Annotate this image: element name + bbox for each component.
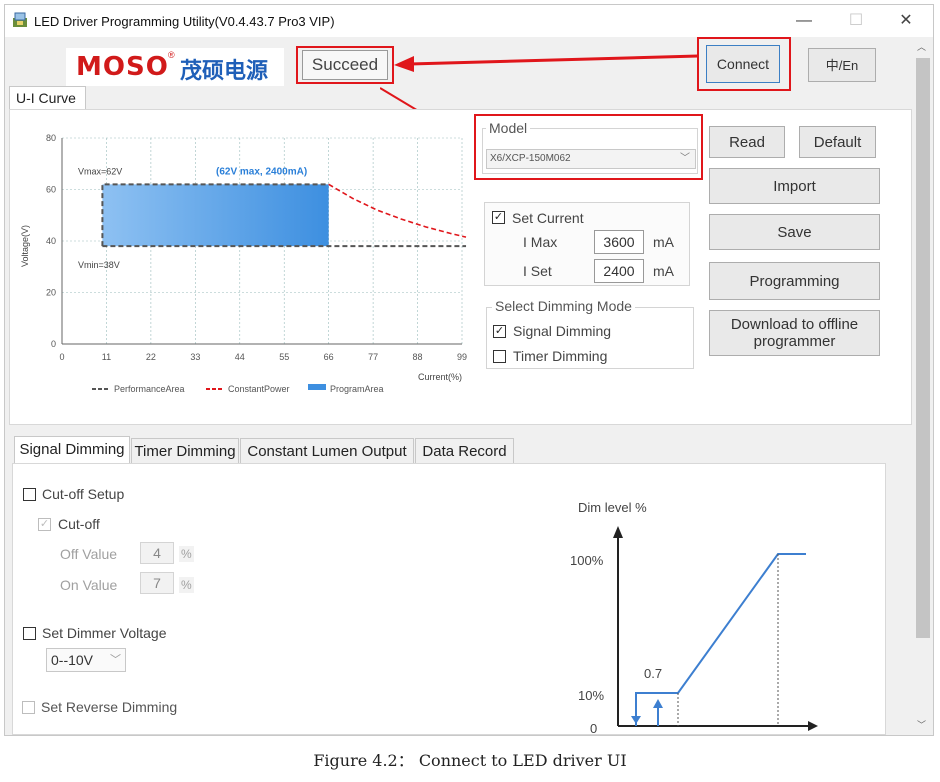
model-group-title: Model: [486, 120, 531, 136]
iset-unit: mA: [653, 263, 674, 279]
x-tick-label: 22: [146, 352, 156, 362]
set-current-label: Set Current: [512, 210, 584, 226]
connection-status: Succeed: [302, 50, 388, 80]
import-button[interactable]: Import: [709, 168, 880, 204]
on-value-unit: %: [179, 577, 194, 593]
arrow-down-icon: [631, 716, 641, 724]
legend-performance-label: PerformanceArea: [114, 384, 185, 394]
x-axis-label: Current(%): [418, 372, 462, 382]
off-value-field[interactable]: 4: [140, 542, 174, 564]
imax-label: I Max: [523, 234, 558, 250]
chevron-down-icon: ﹀: [680, 153, 690, 164]
on-value-label: On Value: [60, 577, 118, 593]
x-tick-label: 0: [59, 352, 64, 362]
cutoff-setup-checkbox[interactable]: [23, 488, 36, 501]
maximize-button[interactable]: ☐: [836, 8, 876, 34]
timer-dimming-checkbox[interactable]: [493, 350, 506, 363]
program-area: [102, 184, 329, 247]
dim-graph-x-arrow: [808, 721, 818, 731]
ui-curve-chart: 0 11 22 33 44 55 66 77 88 99 0 20 40 60 80 Vmax=62V Vmin…: [20, 133, 467, 394]
figure-caption: Figure 4.2： Connect to LED driver UI: [313, 751, 627, 770]
reverse-dimming-checkbox[interactable]: [22, 701, 35, 714]
y-axis-label: Voltage(V): [20, 225, 30, 267]
dim-level-graph: Dim level % 100% 10% 0 0.7: [570, 500, 818, 735]
scroll-down-icon[interactable]: ﹀: [917, 718, 926, 731]
signal-dimming-checkbox[interactable]: ✓: [493, 325, 506, 338]
x-tick-label: 99: [457, 352, 467, 362]
dimmer-voltage-checkbox[interactable]: [23, 627, 36, 640]
vmax-label: Vmax=62V: [78, 166, 122, 176]
dim-graph-marker-label: 0.7: [644, 666, 662, 681]
x-tick-label: 33: [190, 352, 200, 362]
dim-graph-y-arrow: [613, 526, 623, 538]
language-button[interactable]: 中/En: [808, 48, 876, 82]
signal-dimming-label: Signal Dimming: [513, 323, 612, 339]
y-tick-label: 40: [46, 236, 56, 246]
window-title: LED Driver Programming Utility(V0.4.43.7…: [34, 14, 335, 29]
legend-constant-power-label: ConstantPower: [228, 384, 290, 394]
x-tick-label: 77: [368, 352, 378, 362]
chevron-down-icon: ﹀: [110, 654, 121, 666]
imax-field[interactable]: 3600: [594, 230, 644, 254]
off-value-unit: %: [179, 546, 194, 562]
cutoff-checkbox[interactable]: ✓: [38, 518, 51, 531]
cutoff-label: Cut-off: [58, 516, 100, 532]
tab-signal-dimming[interactable]: Signal Dimming: [14, 436, 130, 464]
logo-chinese: 茂硕电源: [180, 58, 269, 83]
tab-timer-dimming[interactable]: Timer Dimming: [131, 438, 239, 464]
model-select[interactable]: X6/XCP-150M062 ﹀: [486, 149, 696, 169]
off-value-label: Off Value: [60, 546, 118, 562]
logo-registered-mark: ®: [168, 50, 175, 60]
default-button[interactable]: Default: [799, 126, 876, 158]
legend-program-label: ProgramArea: [330, 384, 384, 394]
vmin-label: Vmin=38V: [78, 260, 120, 270]
scroll-up-icon[interactable]: ︿: [917, 40, 926, 53]
dim-graph-label-100: 100%: [570, 553, 604, 568]
app-icon: [13, 12, 27, 27]
on-value-field[interactable]: 7: [140, 572, 174, 594]
set-current-checkbox[interactable]: ✓: [492, 211, 505, 224]
minimize-button[interactable]: —: [784, 8, 824, 34]
tab-data-record[interactable]: Data Record: [415, 438, 514, 464]
dimmer-voltage-value: 0--10V: [51, 652, 94, 668]
read-button[interactable]: Read: [709, 126, 785, 158]
y-tick-label: 80: [46, 133, 56, 143]
dim-curve: [635, 553, 806, 726]
model-select-value: X6/XCP-150M062: [490, 153, 571, 164]
x-tick-label: 11: [102, 352, 111, 362]
arrow-up-icon: [653, 699, 663, 708]
iset-field[interactable]: 2400: [594, 259, 644, 283]
constant-power-line: [328, 183, 467, 238]
x-tick-label: 88: [413, 352, 423, 362]
x-tick-label: 44: [235, 352, 245, 362]
x-tick-label: 66: [324, 352, 334, 362]
tab-constant-lumen-output[interactable]: Constant Lumen Output: [240, 438, 414, 464]
programming-button[interactable]: Programming: [709, 262, 880, 300]
dim-graph-label-0: 0: [590, 721, 597, 735]
logo-text: MOSO: [76, 52, 169, 82]
scrollbar-thumb[interactable]: [916, 58, 930, 638]
download-offline-button[interactable]: Download to offline programmer: [709, 310, 880, 356]
dim-graph-title: Dim level %: [578, 500, 647, 515]
dimmer-voltage-label: Set Dimmer Voltage: [42, 625, 167, 641]
dimming-mode-title: Select Dimming Mode: [492, 298, 635, 314]
x-tick-label: 55: [279, 352, 289, 362]
y-tick-label: 0: [51, 339, 56, 349]
cutoff-setup-label: Cut-off Setup: [42, 486, 125, 502]
reverse-dimming-label: Set Reverse Dimming: [41, 699, 178, 715]
tab-ui-curve[interactable]: U-I Curve: [9, 86, 86, 110]
close-button[interactable]: ✕: [886, 8, 926, 34]
legend-program-swatch: [308, 384, 326, 390]
imax-unit: mA: [653, 234, 674, 250]
y-tick-label: 20: [46, 288, 56, 298]
program-annotation: (62V max, 2400mA): [216, 166, 307, 177]
dim-graph-label-10: 10%: [578, 688, 604, 703]
dimmer-voltage-select[interactable]: 0--10V ﹀: [46, 648, 126, 672]
timer-dimming-label: Timer Dimming: [513, 348, 608, 364]
save-button[interactable]: Save: [709, 214, 880, 250]
iset-label: I Set: [523, 263, 552, 279]
y-tick-label: 60: [46, 185, 56, 195]
